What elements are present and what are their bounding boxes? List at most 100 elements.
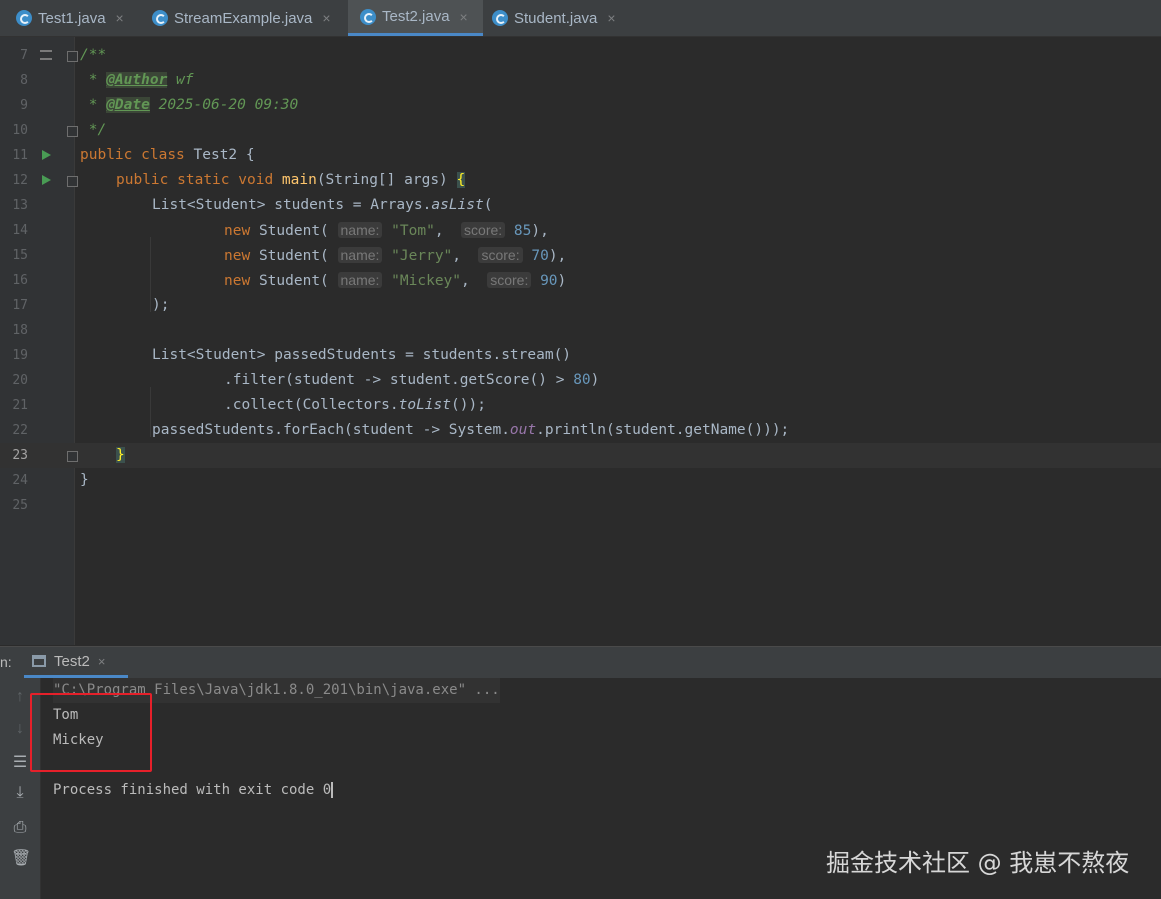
code-line: 14 new Student( name: "Tom", score: 85),: [0, 218, 1161, 243]
code-line: 20 .filter(student -> student.getScore()…: [0, 368, 1161, 393]
close-icon[interactable]: ×: [322, 10, 330, 26]
keyword: new: [224, 223, 251, 239]
code-segment: .collect(Collectors.: [224, 397, 399, 413]
code-line: 19 List<Student> passedStudents = studen…: [0, 343, 1161, 368]
tab-label: StreamExample.java: [174, 9, 313, 27]
code-segment: passedStudents.forEach(student -> System…: [152, 422, 510, 438]
matched-brace: {: [456, 172, 466, 188]
code-line: 25: [0, 493, 1161, 518]
code-line: 17 );: [0, 293, 1161, 318]
close-icon[interactable]: ×: [116, 10, 124, 26]
close-icon[interactable]: ×: [607, 10, 615, 26]
code-line: 11 public class Test2 {: [0, 143, 1161, 168]
code-line: 9 * @Date 2025-06-20 09:30: [0, 93, 1161, 118]
code-segment: ),: [548, 248, 567, 264]
code-text: }: [116, 443, 125, 468]
string-literal: "Mickey": [391, 273, 462, 289]
down-arrow-icon[interactable]: ↓: [11, 720, 29, 738]
line-number: 8: [20, 73, 28, 88]
code-line: 10 */: [0, 118, 1161, 143]
line-number: 14: [12, 223, 28, 238]
code-text: */: [80, 122, 107, 138]
code-editor[interactable]: 7 /** 8 * @Author wf 9 * @Date 2025-06-2…: [0, 37, 1161, 645]
line-number: 11: [12, 148, 28, 163]
up-arrow-icon[interactable]: ↑: [11, 688, 29, 706]
line-number: 10: [12, 123, 28, 138]
comma: ,: [434, 223, 444, 239]
doc-star: *: [80, 97, 107, 113]
code-text: passedStudents.forEach(student -> System…: [152, 418, 789, 443]
code-text: new Student( name: "Jerry", score: 70),: [224, 243, 566, 269]
code-segment: ),: [531, 223, 549, 239]
keyword: public: [80, 147, 133, 163]
code-text: public class Test2 {: [80, 143, 255, 168]
keyword: static: [177, 172, 230, 188]
parameter-hint: score:: [461, 222, 506, 238]
params: (String[] args): [316, 172, 457, 188]
code-text: new Student( name: "Mickey", score: 90): [224, 268, 566, 294]
close-icon[interactable]: ×: [98, 654, 106, 669]
tab-test1[interactable]: Test1.java ×: [0, 0, 142, 36]
run-icon[interactable]: [42, 175, 51, 185]
line-number: 16: [12, 273, 28, 288]
watermark: 掘金技术社区 @ 我崽不熬夜: [826, 849, 1130, 877]
code-segment: (: [483, 197, 493, 213]
number-literal: 85: [513, 223, 532, 239]
line-number: 20: [12, 373, 28, 388]
constructor: Student(: [258, 248, 329, 264]
doc-star: *: [80, 72, 107, 88]
keyword: void: [238, 172, 274, 188]
parameter-hint: score:: [478, 247, 523, 263]
comma: ,: [452, 248, 462, 264]
editor-tab-bar: Test1.java × StreamExample.java × Test2.…: [0, 0, 1161, 37]
code-text: .filter(student -> student.getScore() > …: [224, 368, 599, 393]
console-exit-line: Process finished with exit code 0: [53, 778, 334, 803]
trash-icon[interactable]: 🗑: [11, 850, 31, 868]
javadoc-tag: @Author: [106, 72, 168, 88]
code-line: 12 public static void main(String[] args…: [0, 168, 1161, 193]
line-number: 9: [20, 98, 28, 113]
parameter-hint: score:: [487, 272, 532, 288]
tab-streamexample[interactable]: StreamExample.java ×: [142, 0, 347, 36]
line-number: 25: [12, 498, 28, 513]
code-text: * @Date 2025-06-20 09:30: [80, 93, 298, 118]
fold-marker-icon[interactable]: [67, 176, 78, 187]
tab-student[interactable]: Student.java ×: [484, 0, 636, 36]
parameter-hint: name:: [337, 222, 383, 238]
print-icon[interactable]: ⎙: [11, 819, 29, 837]
constructor: Student(: [258, 223, 329, 239]
code-text: new Student( name: "Tom", score: 85),: [224, 218, 549, 244]
fold-marker-icon[interactable]: [67, 126, 78, 137]
parameter-hint: name:: [337, 272, 383, 288]
java-class-icon: [16, 10, 32, 26]
scroll-to-end-icon[interactable]: ⤓: [11, 784, 29, 802]
run-tab-test2[interactable]: Test2 ×: [24, 647, 128, 678]
code-text: .collect(Collectors.toList());: [224, 393, 486, 418]
close-icon[interactable]: ×: [460, 9, 468, 25]
method-name: main: [281, 172, 317, 188]
java-class-icon: [152, 10, 168, 26]
code-segment: .println(student.getName()));: [536, 422, 790, 438]
soft-wrap-icon[interactable]: ☰: [11, 754, 29, 772]
code-text: /**: [80, 47, 107, 63]
fold-marker-icon[interactable]: [67, 51, 78, 62]
code-text: * @Author wf: [80, 68, 194, 93]
keyword: new: [224, 273, 251, 289]
code-segment: List<Student> students = Arrays.: [152, 197, 432, 213]
code-line: 18: [0, 318, 1161, 343]
run-icon[interactable]: [42, 150, 51, 160]
tab-test2[interactable]: Test2.java ×: [348, 0, 483, 36]
console-icon: [32, 655, 46, 667]
tab-label: Test1.java: [38, 9, 106, 27]
java-class-icon: [492, 10, 508, 26]
fold-marker-icon[interactable]: [67, 451, 78, 462]
line-number: 18: [12, 323, 28, 338]
javadoc-render-icon[interactable]: [40, 50, 52, 60]
line-number: 17: [12, 298, 28, 313]
string-literal: "Jerry": [391, 248, 453, 264]
code-text: );: [152, 297, 170, 313]
java-class-icon: [360, 8, 376, 25]
javadoc-tag: @Date: [106, 97, 150, 113]
line-number: 23: [12, 448, 28, 463]
static-method: asList: [431, 197, 484, 213]
